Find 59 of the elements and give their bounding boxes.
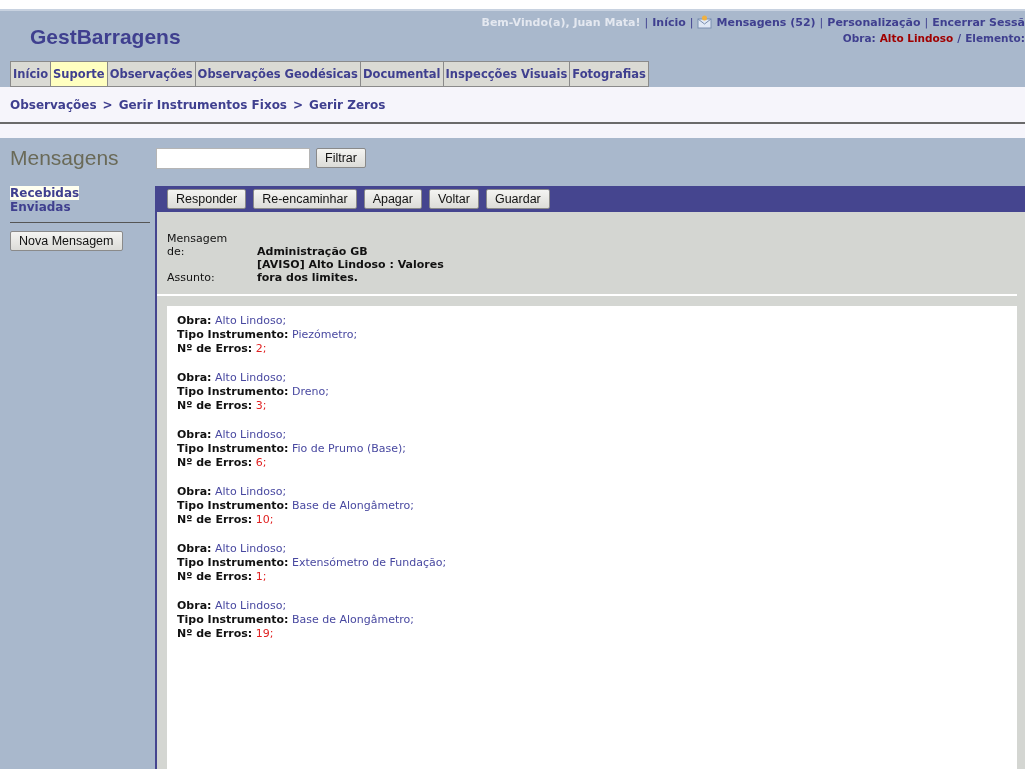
toolbar-button[interactable]: Voltar (428, 189, 479, 209)
separator: | (689, 15, 694, 29)
page-title: Mensagens (10, 146, 120, 170)
record-line: Obra: Alto Lindoso; (177, 542, 288, 556)
toolbar-button[interactable]: Apagar (363, 189, 422, 209)
record-line: Tipo Instrumento: Base de Alongâmetro; (177, 499, 416, 513)
obra-label: Obra: (842, 32, 876, 44)
toolbar-button[interactable]: Guardar (485, 189, 550, 209)
record-line: Tipo Instrumento: Extensómetro de Fundação; (177, 556, 448, 570)
record-line: Nº de Erros: 10; (177, 513, 275, 527)
breadcrumb-link[interactable]: Gerir Instrumentos Fixos (118, 97, 287, 112)
divider: / (957, 32, 962, 44)
nav-tab[interactable]: Fotografias (569, 61, 649, 87)
filter-field[interactable] (156, 147, 310, 169)
nav-tab[interactable]: Documental (359, 61, 444, 87)
header-link[interactable]: Encerrar Sessã (932, 15, 1025, 29)
welcome-text: Bem-Vindo(a), Juan Mata! (481, 15, 641, 29)
breadcrumb-link[interactable]: Observações (10, 97, 97, 112)
record-line: Tipo Instrumento: Base de Alongâmetro; (177, 613, 416, 627)
app-title: GestBarragens (30, 24, 181, 50)
nav-tab[interactable]: Observações Geodésicas (194, 61, 361, 87)
new-message-button[interactable]: Nova Mensagem (10, 231, 123, 251)
header-link[interactable]: Personalização (827, 15, 921, 29)
record-line: Obra: Alto Lindoso; (177, 314, 288, 328)
header-link[interactable]: Início (652, 15, 686, 29)
breadcrumb-link[interactable]: Gerir Zeros (309, 97, 386, 112)
breadcrumb-separator: > (102, 97, 113, 112)
record-line: Nº de Erros: 6; (177, 456, 268, 470)
breadcrumb-separator: > (293, 97, 304, 112)
record-line: Nº de Erros: 2; (177, 342, 268, 356)
from-value: Administração GB (257, 245, 369, 258)
record-line: Tipo Instrumento: Piezómetro; (177, 328, 359, 342)
record-line: Obra: Alto Lindoso; (177, 599, 288, 613)
separator: | (924, 15, 929, 29)
nav-tab[interactable]: Suporte (50, 61, 108, 87)
sidebar-item[interactable]: Recebidas (10, 186, 80, 200)
record-line: Nº de Erros: 3; (177, 399, 268, 413)
sidebar-item[interactable]: Enviadas (10, 200, 71, 214)
filter-button[interactable]: Filtrar (316, 148, 366, 168)
obra-value: Alto Lindoso (879, 32, 954, 44)
subject-label: Assunto: (167, 271, 216, 284)
nav-tab[interactable]: Início (10, 61, 52, 87)
record-line: Tipo Instrumento: Fio de Prumo (Base); (177, 442, 407, 456)
separator: | (819, 15, 824, 29)
elemento-label: Elemento: (965, 32, 1025, 44)
header-link[interactable]: Mensagens (52) (716, 15, 816, 29)
nav-tab[interactable]: Observações (106, 61, 196, 87)
record-line: Obra: Alto Lindoso; (177, 428, 288, 442)
toolbar-button[interactable]: Re-encaminhar (253, 189, 357, 209)
record-line: Nº de Erros: 19; (177, 627, 275, 641)
record-line: Obra: Alto Lindoso; (177, 485, 288, 499)
from-label: Mensagem de: (167, 232, 227, 258)
separator: | (644, 15, 649, 29)
subject-value: [AVISO] Alto Lindoso : Valores fora dos limites. (257, 258, 445, 284)
nav-tab[interactable]: Inspecções Visuais (442, 61, 571, 87)
record-line: Tipo Instrumento: Dreno; (177, 385, 330, 399)
record-line: Obra: Alto Lindoso; (177, 371, 288, 385)
record-line: Nº de Erros: 1; (177, 570, 268, 584)
toolbar-button[interactable]: Responder (167, 189, 247, 209)
